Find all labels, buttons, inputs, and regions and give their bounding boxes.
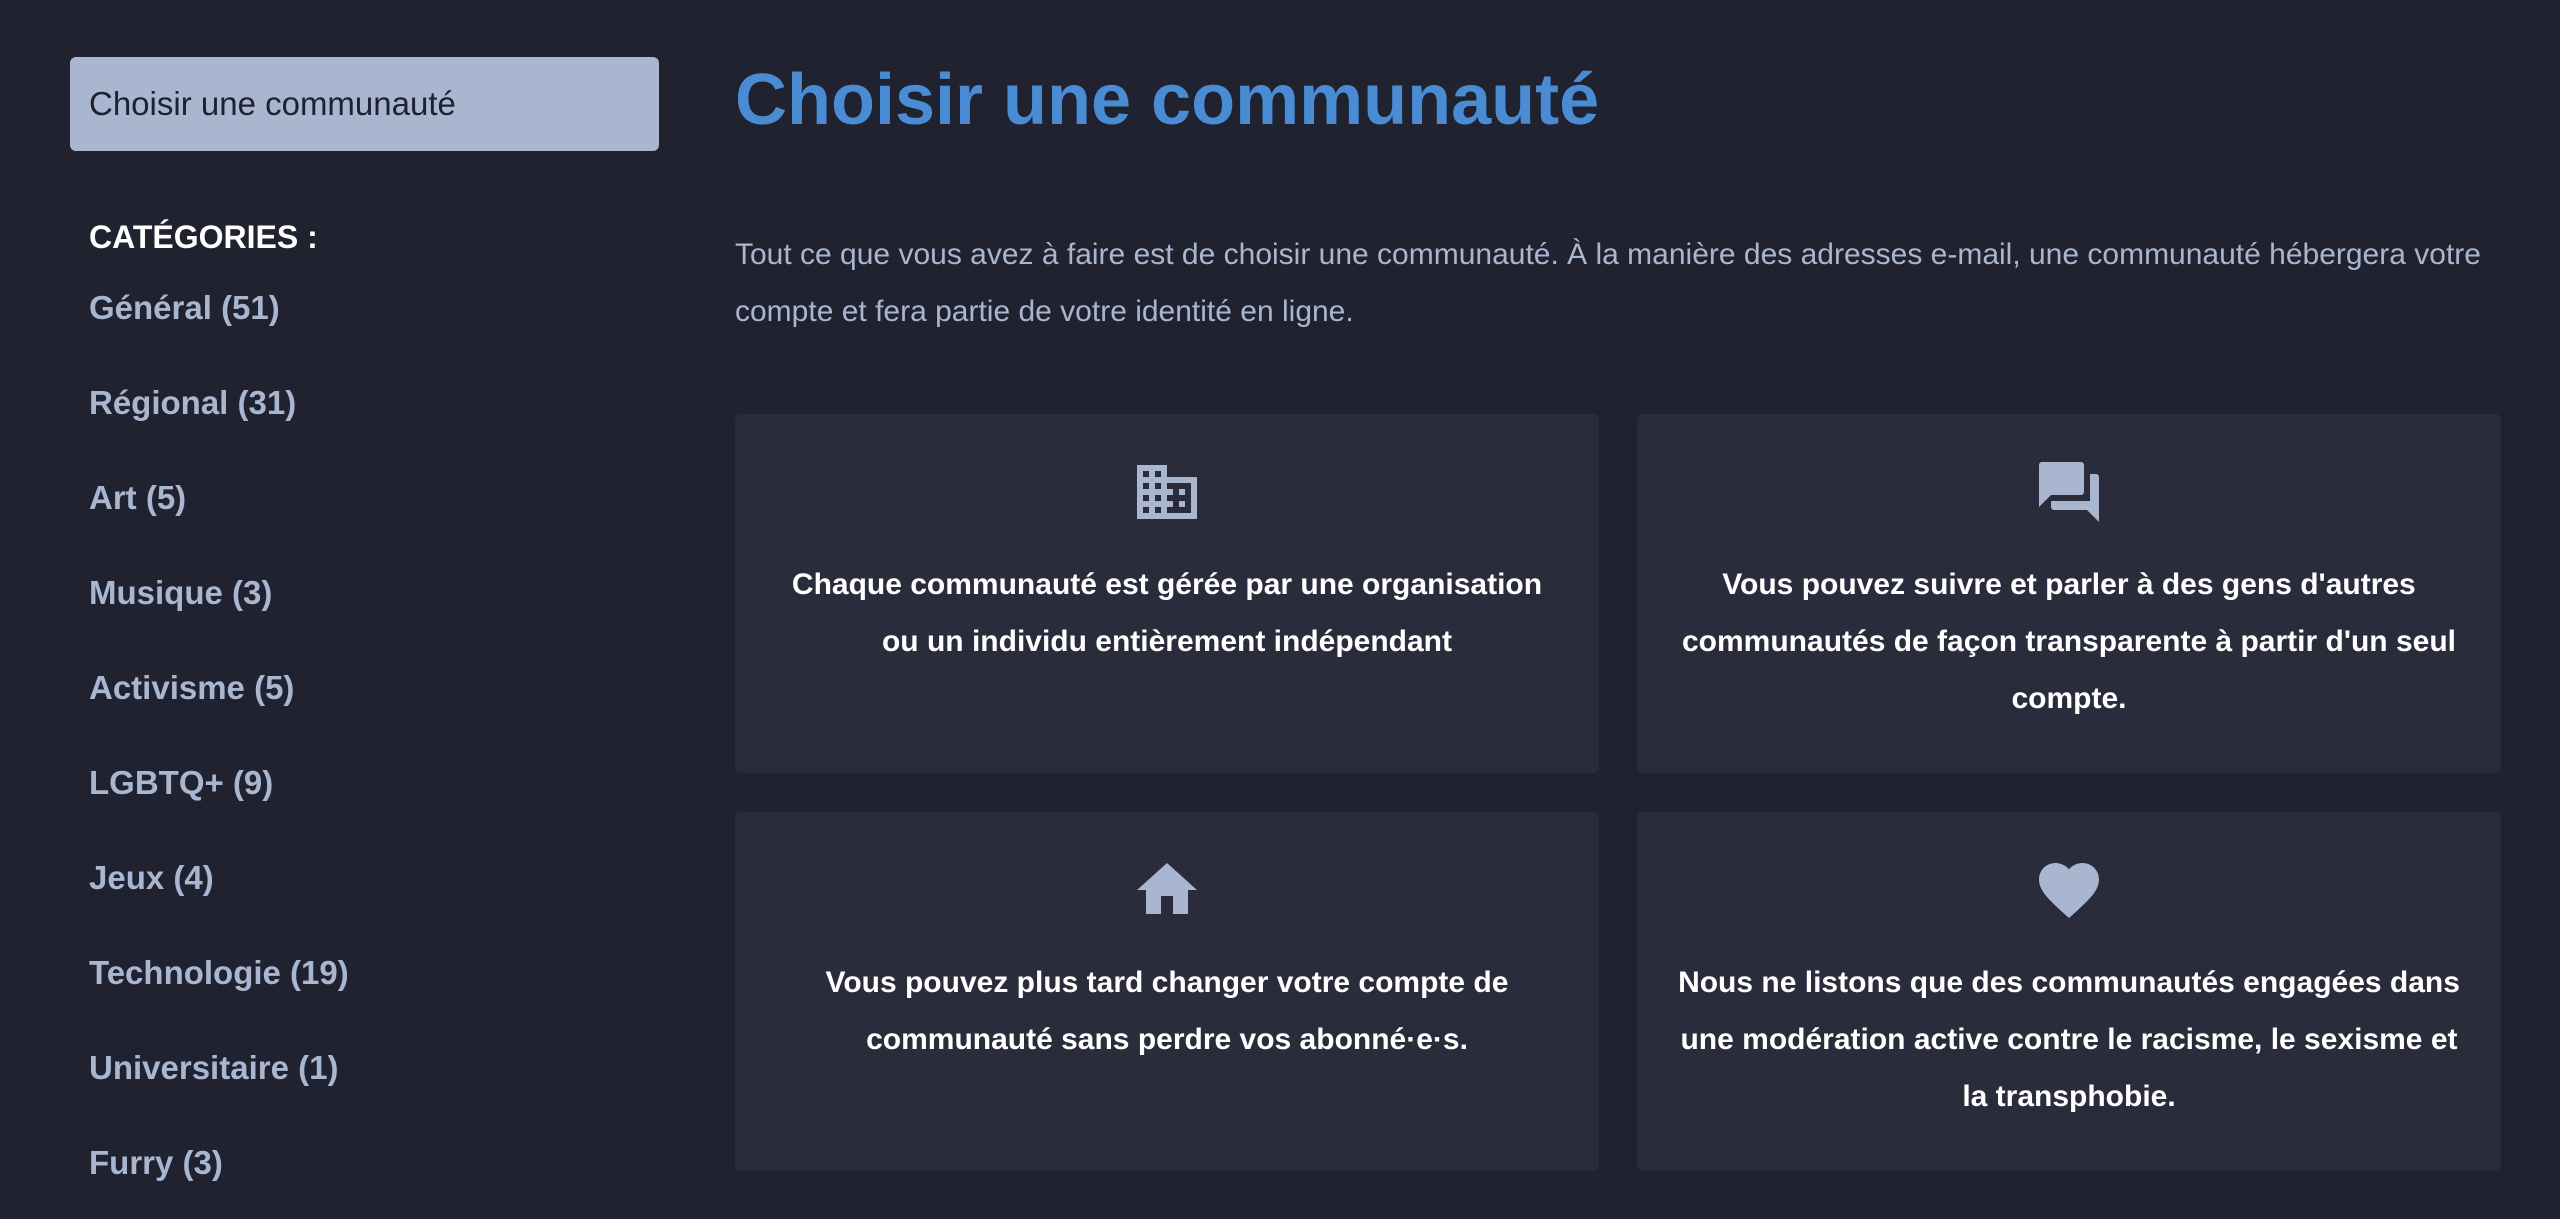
feature-card-text: Nous ne listons que des communautés enga… [1678, 966, 2460, 1113]
category-item-universitaire[interactable]: Universitaire (1) [70, 1048, 659, 1143]
intro-text: Tout ce que vous avez à faire est de cho… [735, 238, 2481, 328]
category-item-musique[interactable]: Musique (3) [70, 573, 659, 668]
sidebar: Choisir une communauté CATÉGORIES : Géné… [70, 57, 659, 1219]
feature-card: Chaque communauté est gérée par une orga… [735, 414, 1599, 773]
main-content: Choisir une communauté Tout ce que vous … [735, 50, 2501, 1171]
category-item-furry[interactable]: Furry (3) [70, 1143, 659, 1219]
page: Choisir une communauté CATÉGORIES : Géné… [0, 0, 2560, 1219]
feature-card-text: Chaque communauté est gérée par une orga… [791, 568, 1543, 658]
category-item-activisme[interactable]: Activisme (5) [70, 668, 659, 763]
category-item-general[interactable]: Général (51) [70, 288, 659, 383]
category-item-jeux[interactable]: Jeux (4) [70, 858, 659, 953]
heart-icon [2033, 854, 2105, 926]
chat-bubbles-icon [2033, 456, 2105, 528]
category-item-art[interactable]: Art (5) [70, 478, 659, 573]
category-list: Général (51) Régional (31) Art (5) Musiq… [70, 288, 659, 1219]
category-item-technologie[interactable]: Technologie (19) [70, 953, 659, 1048]
category-item-lgbtq[interactable]: LGBTQ+ (9) [70, 763, 659, 858]
category-item-regional[interactable]: Régional (31) [70, 383, 659, 478]
building-icon [1131, 456, 1203, 528]
page-title: Choisir une communauté [735, 60, 1600, 140]
feature-cards: Chaque communauté est gérée par une orga… [735, 414, 2501, 1171]
feature-card-text: Vous pouvez suivre et parler à des gens … [1682, 568, 2456, 715]
categories-heading: CATÉGORIES : [89, 219, 318, 255]
home-icon [1131, 854, 1203, 926]
feature-card: Nous ne listons que des communautés enga… [1637, 812, 2501, 1171]
feature-card-text: Vous pouvez plus tard changer votre comp… [825, 966, 1509, 1056]
feature-card: Vous pouvez suivre et parler à des gens … [1637, 414, 2501, 773]
feature-card: Vous pouvez plus tard changer votre comp… [735, 812, 1599, 1171]
sidebar-item-choose-community[interactable]: Choisir une communauté [70, 57, 659, 151]
